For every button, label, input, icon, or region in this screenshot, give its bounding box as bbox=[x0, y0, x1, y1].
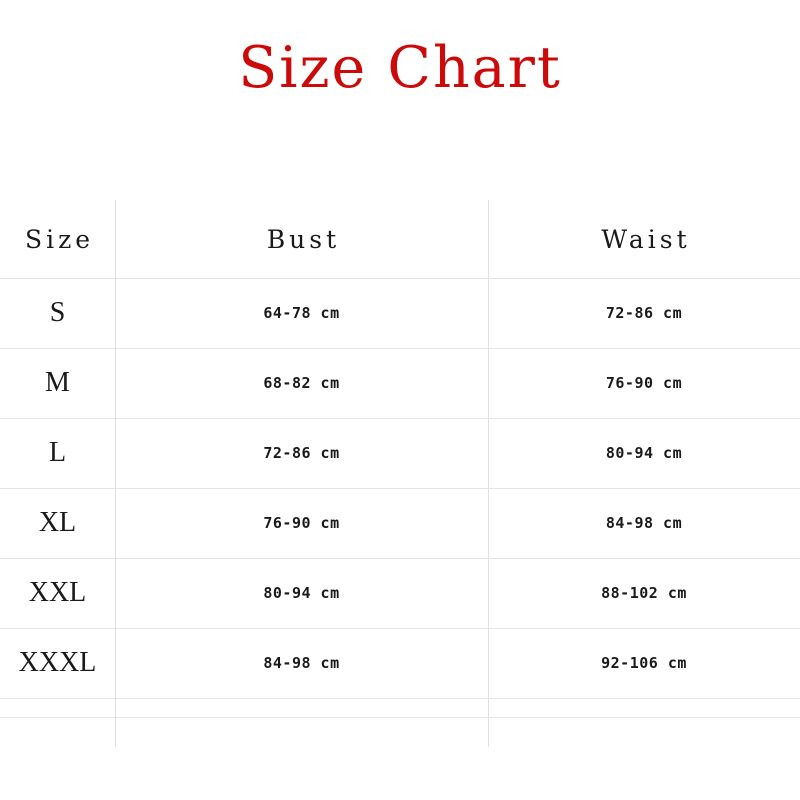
page-title: Size Chart bbox=[238, 35, 562, 101]
cell-size-xl-text: XL bbox=[38, 507, 77, 538]
cell-waist-m-text: 76-90 cm bbox=[605, 374, 683, 392]
cell-size-l-text: L bbox=[48, 437, 67, 468]
cell-size-xxl-text: XXL bbox=[28, 577, 87, 608]
cell-waist-m: 76-90 cm bbox=[488, 348, 800, 418]
column-header-size-text: Size bbox=[24, 224, 95, 254]
column-header-waist-text: Waist bbox=[601, 224, 691, 254]
table-row-empty bbox=[0, 698, 800, 717]
table-header-row: Size Bust Waist bbox=[0, 200, 800, 278]
cell-waist-xl: 84-98 cm bbox=[488, 488, 800, 558]
cell-waist-xxl: 88-102 cm bbox=[488, 558, 800, 628]
cell-waist-xxxl: 92-106 cm bbox=[488, 628, 800, 698]
cell-bust-m-text: 68-82 cm bbox=[263, 374, 340, 392]
cell-size-s-text: S bbox=[49, 297, 66, 328]
cell-bust-xxl-text: 80-94 cm bbox=[263, 584, 340, 602]
cell-size-xl: XL bbox=[0, 488, 115, 558]
cell-size-xxxl: XXXL bbox=[0, 628, 115, 698]
table-row: M 68-82 cm 76-90 cm bbox=[0, 348, 800, 418]
cell-bust-m: 68-82 cm bbox=[115, 348, 488, 418]
cell-size-m: M bbox=[0, 348, 115, 418]
cell-empty-size bbox=[0, 698, 115, 717]
cell-bust-l-text: 72-86 cm bbox=[263, 444, 340, 462]
empty-row-divider-1 bbox=[0, 717, 800, 718]
cell-waist-xl-text: 84-98 cm bbox=[605, 514, 683, 532]
column-header-waist: Waist bbox=[488, 200, 800, 278]
cell-bust-s-text: 64-78 cm bbox=[263, 304, 340, 322]
cell-bust-xxxl: 84-98 cm bbox=[115, 628, 488, 698]
table-row: L 72-86 cm 80-94 cm bbox=[0, 418, 800, 488]
cell-empty-waist bbox=[488, 698, 800, 717]
cell-bust-l: 72-86 cm bbox=[115, 418, 488, 488]
cell-empty-bust bbox=[115, 698, 488, 717]
cell-size-s: S bbox=[0, 278, 115, 348]
column-header-bust: Bust bbox=[115, 200, 488, 278]
cell-waist-xxl-text: 88-102 cm bbox=[601, 584, 687, 602]
cell-size-xxxl-text: XXXL bbox=[18, 647, 97, 678]
cell-bust-s: 64-78 cm bbox=[115, 278, 488, 348]
cell-size-xxl: XXL bbox=[0, 558, 115, 628]
cell-waist-l: 80-94 cm bbox=[488, 418, 800, 488]
table-row: S 64-78 cm 72-86 cm bbox=[0, 278, 800, 348]
size-chart-table: Size Bust Waist S 64-78 cm 72-86 cm M 68-82 cm 7… bbox=[0, 200, 800, 748]
column-header-bust-text: Bust bbox=[266, 224, 341, 254]
cell-bust-xxxl-text: 84-98 cm bbox=[263, 654, 340, 672]
cell-bust-xl: 76-90 cm bbox=[115, 488, 488, 558]
table-row: XXL 80-94 cm 88-102 cm bbox=[0, 558, 800, 628]
cell-bust-xl-text: 76-90 cm bbox=[263, 514, 340, 532]
table-row: XXXL 84-98 cm 92-106 cm bbox=[0, 628, 800, 698]
cell-bust-xxl: 80-94 cm bbox=[115, 558, 488, 628]
cell-waist-l-text: 80-94 cm bbox=[605, 444, 683, 462]
column-header-size: Size bbox=[0, 200, 115, 278]
cell-waist-s: 72-86 cm bbox=[488, 278, 800, 348]
cell-size-l: L bbox=[0, 418, 115, 488]
cell-size-m-text: M bbox=[45, 367, 70, 398]
table-row: XL 76-90 cm 84-98 cm bbox=[0, 488, 800, 558]
cell-waist-xxxl-text: 92-106 cm bbox=[601, 654, 687, 672]
cell-waist-s-text: 72-86 cm bbox=[605, 304, 683, 322]
